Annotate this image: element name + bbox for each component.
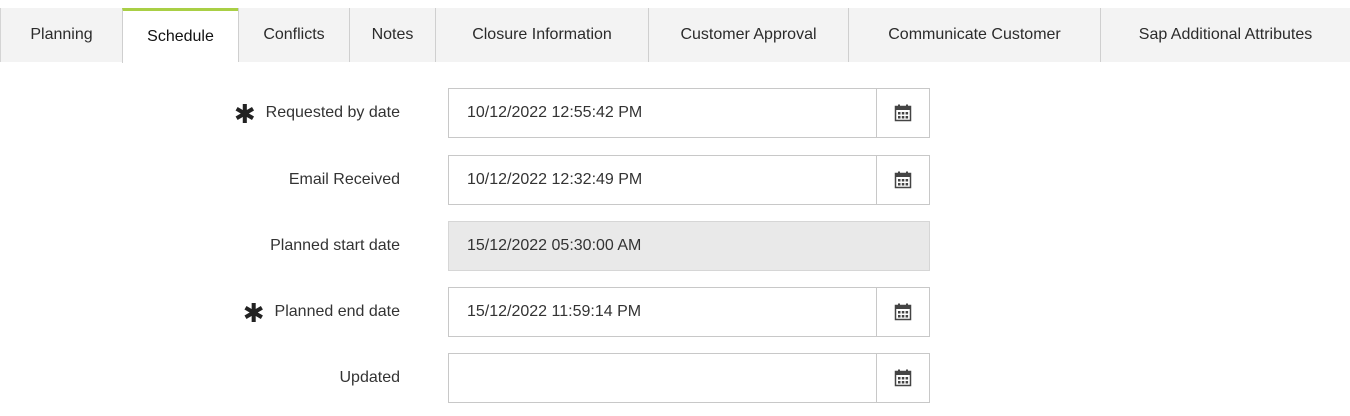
requested-by-date-label-text: Requested by date (265, 104, 400, 121)
email-received-field (448, 155, 930, 205)
tab-conflicts[interactable]: Conflicts (238, 8, 349, 62)
planned-start-date-field (448, 221, 930, 271)
tab-schedule[interactable]: Schedule (122, 8, 238, 63)
planned-end-date-label: ✱ Planned end date (243, 287, 400, 337)
email-received-input[interactable] (449, 156, 876, 204)
tab-sap-additional-attributes[interactable]: Sap Additional Attributes (1100, 8, 1350, 62)
calendar-icon (894, 171, 912, 189)
form-row-email-received: Email Received (0, 155, 1350, 205)
planned-start-date-label: Planned start date (270, 221, 400, 271)
updated-label-text: Updated (339, 369, 401, 386)
asterisk-icon: ✱ (242, 299, 265, 329)
requested-by-date-label: ✱ Requested by date (234, 88, 400, 138)
calendar-icon (894, 104, 912, 122)
tab-bar: Planning Schedule Conflicts Notes Closur… (0, 8, 1350, 63)
form-row-requested-by-date: ✱ Requested by date (0, 88, 1350, 138)
planned-start-date-label-text: Planned start date (270, 237, 400, 254)
requested-by-date-input[interactable] (449, 89, 876, 137)
updated-label: Updated (340, 353, 401, 403)
asterisk-icon: ✱ (233, 100, 256, 130)
email-received-label: Email Received (289, 155, 400, 205)
schedule-form-screen: Planning Schedule Conflicts Notes Closur… (0, 0, 1350, 416)
tab-customer-approval[interactable]: Customer Approval (648, 8, 848, 62)
email-received-calendar-button[interactable] (876, 156, 929, 204)
form-row-updated: Updated (0, 353, 1350, 403)
updated-calendar-button[interactable] (876, 354, 929, 402)
requested-by-date-field (448, 88, 930, 138)
planned-end-date-input[interactable] (449, 288, 876, 336)
form-row-planned-start-date: Planned start date (0, 221, 1350, 271)
tab-closure-information[interactable]: Closure Information (435, 8, 648, 62)
tab-planning[interactable]: Planning (0, 8, 122, 62)
tab-communicate-customer[interactable]: Communicate Customer (848, 8, 1100, 62)
planned-end-date-field (448, 287, 930, 337)
planned-end-date-calendar-button[interactable] (876, 288, 929, 336)
updated-field (448, 353, 930, 403)
updated-input[interactable] (449, 354, 876, 402)
tab-notes[interactable]: Notes (349, 8, 435, 62)
calendar-icon (894, 303, 912, 321)
form-row-planned-end-date: ✱ Planned end date (0, 287, 1350, 337)
requested-by-date-calendar-button[interactable] (876, 89, 929, 137)
planned-end-date-label-text: Planned end date (274, 303, 400, 320)
email-received-label-text: Email Received (288, 171, 400, 188)
planned-start-date-input (449, 222, 929, 270)
calendar-icon (894, 369, 912, 387)
